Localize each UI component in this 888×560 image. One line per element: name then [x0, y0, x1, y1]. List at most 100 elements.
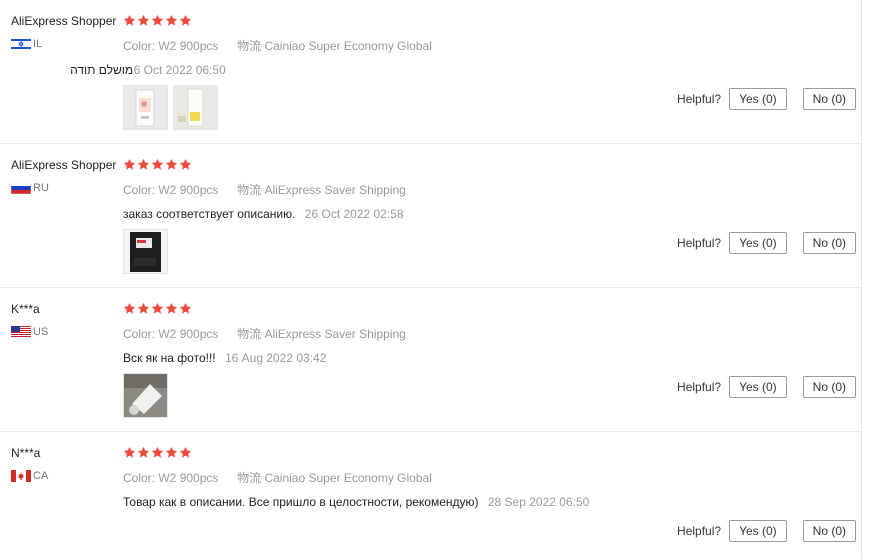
- country-code: IL: [33, 38, 43, 50]
- feedback-date: 26 Oct 2022 02:58: [304, 207, 404, 221]
- feedback-text: Товар как в описании. Все пришло в целос…: [123, 495, 479, 509]
- country-code: CA: [33, 470, 49, 482]
- review-image[interactable]: [123, 85, 168, 130]
- star-icon: [123, 302, 136, 314]
- helpful-yes-button[interactable]: Yes (0): [729, 520, 787, 542]
- review-item: AliExpress Shopper RU Color: W2 900pcs 物…: [0, 144, 861, 288]
- helpful-no-button[interactable]: No (0): [802, 520, 856, 542]
- reviews-feed: AliExpress Shopper IL Color: W2 900pcs 物…: [0, 0, 862, 559]
- helpful-vote: Helpful? Yes (0) No (0): [677, 520, 856, 542]
- order-info: Color: W2 900pcs 物流 Cainiao Super Econom…: [123, 37, 861, 54]
- helpful-label: Helpful?: [677, 380, 722, 394]
- logistics-value: AliExpress Saver Shipping: [264, 183, 406, 197]
- review-content: Color: W2 900pcs 物流 Cainiao Super Econom…: [69, 14, 861, 130]
- feedback-date: 16 Aug 2022 03:42: [224, 351, 327, 365]
- logistics-label: 物流: [237, 327, 262, 341]
- feedback-text: заказ соответствует описанию.: [123, 207, 296, 221]
- country-code: RU: [33, 182, 49, 194]
- reviewer-country: CA: [11, 470, 48, 482]
- review-content: Color: W2 900pcs 物流 Cainiao Super Econom…: [123, 446, 861, 509]
- helpful-no-button[interactable]: No (0): [802, 88, 856, 110]
- star-icon: [179, 158, 192, 170]
- feedback-text: Вск як на фото!!!: [123, 351, 216, 365]
- star-icon: [165, 302, 178, 314]
- reviewer-country: IL: [11, 38, 116, 50]
- star-icon: [165, 446, 178, 458]
- feedback-line: 06 Oct 2022 06:50 מושלם תודה: [69, 63, 861, 77]
- order-info: Color: W2 900pcs 物流 AliExpress Saver Shi…: [123, 181, 861, 198]
- review-content: Color: W2 900pcs 物流 AliExpress Saver Shi…: [123, 302, 861, 418]
- product-photo-2-icon: [174, 86, 217, 129]
- helpful-label: Helpful?: [677, 236, 722, 250]
- star-icon: [151, 14, 164, 26]
- helpful-label: Helpful?: [677, 524, 722, 538]
- flag-us-icon: [11, 326, 31, 338]
- star-icon: [123, 446, 136, 458]
- helpful-vote: Helpful? Yes (0) No (0): [677, 88, 856, 110]
- star-icon: [151, 446, 164, 458]
- reviewer-info: AliExpress Shopper IL: [11, 14, 116, 50]
- star-icon: [165, 14, 178, 26]
- feedback-date: 28 Sep 2022 06:50: [487, 495, 590, 509]
- star-icon: [137, 158, 150, 170]
- reviewer-name: K***a: [11, 302, 40, 316]
- review-content: Color: W2 900pcs 物流 AliExpress Saver Shi…: [123, 158, 861, 274]
- logistics-value: Cainiao Super Economy Global: [264, 471, 432, 485]
- helpful-no-button[interactable]: No (0): [802, 376, 856, 398]
- review-image[interactable]: [123, 373, 168, 418]
- logistics-label: 物流: [237, 183, 262, 197]
- reviewer-country: RU: [11, 182, 116, 194]
- star-icon: [137, 302, 150, 314]
- reviewer-name: N***a: [11, 446, 41, 460]
- reviewer-info: AliExpress Shopper RU: [11, 158, 116, 194]
- reviewer-name: AliExpress Shopper: [11, 14, 117, 28]
- review-item: N***a CA Color: W2 900pcs 物流 Cainiao Sup…: [0, 432, 861, 560]
- color-label: Color:: [123, 471, 156, 485]
- star-icon: [165, 158, 178, 170]
- logistics-label: 物流: [237, 471, 262, 485]
- review-item: AliExpress Shopper IL Color: W2 900pcs 物…: [0, 0, 861, 144]
- star-icon: [123, 158, 136, 170]
- star-icon: [151, 158, 164, 170]
- helpful-label: Helpful?: [677, 92, 722, 106]
- review-image[interactable]: [123, 229, 168, 274]
- star-rating: [123, 158, 861, 172]
- order-info: Color: W2 900pcs 物流 AliExpress Saver Shi…: [123, 325, 861, 342]
- star-rating: [123, 446, 861, 460]
- star-rating: [123, 302, 861, 316]
- flag-ru-icon: [11, 182, 31, 194]
- feedback-line: Товар как в описании. Все пришло в целос…: [123, 495, 861, 509]
- logistics-label: 物流: [237, 39, 262, 53]
- logistics-value: AliExpress Saver Shipping: [264, 327, 406, 341]
- review-image[interactable]: [173, 85, 218, 130]
- flag-il-icon: [11, 38, 31, 50]
- reviewer-info: K***a US: [11, 302, 48, 338]
- review-item: K***a US Color: W2 900pcs 物流 AliExpress …: [0, 288, 861, 432]
- order-info: Color: W2 900pcs 物流 Cainiao Super Econom…: [123, 469, 861, 486]
- helpful-yes-button[interactable]: Yes (0): [729, 232, 787, 254]
- star-icon: [137, 446, 150, 458]
- star-icon: [151, 302, 164, 314]
- reviewer-info: N***a CA: [11, 446, 48, 482]
- helpful-vote: Helpful? Yes (0) No (0): [677, 232, 856, 254]
- star-icon: [179, 302, 192, 314]
- country-code: US: [33, 326, 49, 338]
- color-value: W2 900pcs: [158, 39, 219, 53]
- helpful-yes-button[interactable]: Yes (0): [729, 376, 787, 398]
- helpful-no-button[interactable]: No (0): [802, 232, 856, 254]
- feedback-line: заказ соответствует описанию. 26 Oct 202…: [123, 207, 861, 221]
- logistics-value: Cainiao Super Economy Global: [264, 39, 432, 53]
- product-photo-1-icon: [124, 374, 167, 417]
- color-label: Color:: [123, 183, 156, 197]
- star-icon: [179, 14, 192, 26]
- color-label: Color:: [123, 39, 156, 53]
- flag-ca-icon: [11, 470, 31, 482]
- feedback-text: מושלם תודה: [69, 63, 135, 77]
- reviewer-country: US: [11, 326, 48, 338]
- product-photo-1-icon: [124, 86, 167, 129]
- star-rating: [123, 14, 861, 28]
- helpful-yes-button[interactable]: Yes (0): [729, 88, 787, 110]
- feedback-date: 06 Oct 2022 06:50: [127, 63, 226, 77]
- feedback-line: Вск як на фото!!! 16 Aug 2022 03:42: [123, 351, 861, 365]
- star-icon: [179, 446, 192, 458]
